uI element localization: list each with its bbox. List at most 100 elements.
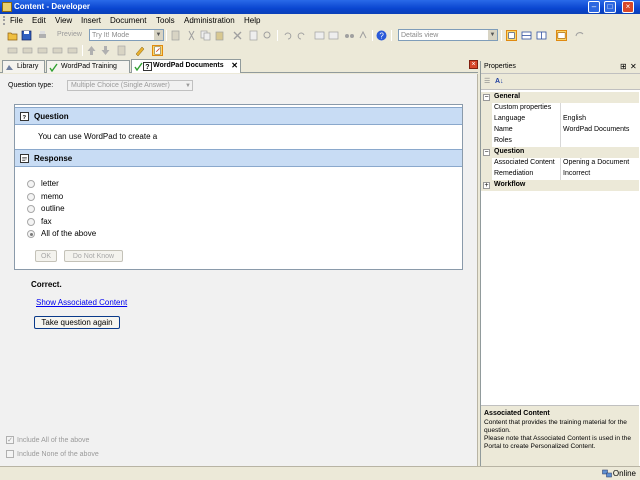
pencil-icon[interactable]	[134, 45, 145, 56]
properties-pane-icon[interactable]	[556, 30, 567, 41]
layout-horizontal-icon[interactable]	[521, 30, 532, 41]
help-icon[interactable]: ?	[376, 30, 387, 41]
menu-administration[interactable]: Administration	[184, 16, 235, 25]
property-row[interactable]: Associated Content Opening a Document	[481, 158, 639, 169]
radio-button-selected[interactable]	[27, 229, 35, 238]
property-name: Remediation	[494, 170, 534, 177]
menu-help[interactable]: Help	[244, 16, 260, 25]
option-item[interactable]: All of the above	[27, 229, 96, 238]
do-not-know-button[interactable]: Do Not Know	[64, 250, 123, 262]
mode-select[interactable]: Try It! Mode ▼	[89, 29, 164, 41]
property-value[interactable]: Opening a Document	[563, 158, 639, 168]
menu-file[interactable]: File	[10, 16, 23, 25]
radio-button[interactable]	[27, 192, 35, 201]
print-icon[interactable]	[37, 30, 48, 41]
menu-insert[interactable]: Insert	[81, 16, 101, 25]
option-item[interactable]: letter	[27, 179, 59, 188]
option-item[interactable]: fax	[27, 217, 52, 226]
insert-box-icon[interactable]	[328, 30, 339, 41]
property-row[interactable]: Name WordPad Documents	[481, 125, 639, 136]
category-question[interactable]: − Question	[481, 147, 639, 158]
layout-vertical-icon[interactable]	[536, 30, 547, 41]
menu-tools[interactable]: Tools	[156, 16, 175, 25]
clipboard-icon[interactable]	[170, 30, 181, 41]
property-row[interactable]: Roles	[481, 136, 639, 147]
categorized-icon[interactable]: ☰	[484, 77, 493, 86]
pin-icon[interactable]: ⊞	[620, 61, 627, 73]
undo-icon[interactable]	[282, 30, 293, 41]
collapse-icon[interactable]: −	[483, 94, 490, 101]
toolbar-separator	[277, 30, 278, 41]
menu-grip	[3, 16, 5, 25]
radio-button[interactable]	[27, 217, 35, 226]
close-tab-icon[interactable]: ✕	[231, 60, 238, 72]
cut-icon[interactable]	[186, 30, 197, 41]
question-edit-icon[interactable]	[152, 45, 163, 56]
tab-library[interactable]: Library	[2, 60, 45, 73]
property-value[interactable]: WordPad Documents	[563, 125, 639, 135]
property-row[interactable]: Language English	[481, 114, 639, 125]
tab-wordpad-training[interactable]: WordPad Training	[46, 60, 130, 73]
expand-icon[interactable]: +	[483, 182, 490, 189]
move-up-icon[interactable]	[86, 45, 97, 56]
find-icon[interactable]	[262, 30, 273, 41]
menu-document[interactable]: Document	[110, 16, 146, 25]
category-general[interactable]: − General	[481, 92, 639, 103]
property-value[interactable]: Incorrect	[563, 169, 639, 179]
binoculars-icon[interactable]	[344, 30, 355, 41]
table-icon[interactable]	[52, 45, 63, 56]
save-icon[interactable]	[21, 30, 32, 41]
question-text: You can use WordPad to create a	[38, 132, 158, 141]
sort-alpha-icon[interactable]: A↓	[495, 77, 504, 86]
refresh-icon[interactable]	[574, 30, 585, 41]
tab-wordpad-documents[interactable]: ? WordPad Documents ✕	[131, 59, 241, 73]
checkbox[interactable]	[6, 450, 14, 458]
column-divider	[560, 125, 561, 136]
paste-icon[interactable]	[214, 30, 225, 41]
ok-button[interactable]: OK	[35, 250, 57, 262]
show-associated-content-link[interactable]: Show Associated Content	[36, 298, 127, 307]
grid-icon[interactable]	[67, 45, 78, 56]
close-button[interactable]: ×	[622, 1, 634, 13]
spelling-icon[interactable]	[358, 30, 369, 41]
close-document-icon[interactable]: ×	[469, 60, 478, 69]
option-item[interactable]: memo	[27, 192, 63, 201]
include-none-label: Include None of the above	[17, 450, 99, 458]
include-none-checkbox[interactable]: Include None of the above	[6, 450, 99, 458]
copy-icon[interactable]	[200, 30, 211, 41]
page-icon[interactable]	[116, 45, 127, 56]
open-folder-icon[interactable]	[7, 30, 18, 41]
property-row[interactable]: Remediation Incorrect	[481, 169, 639, 180]
close-pane-icon[interactable]: ✕	[630, 61, 637, 73]
secondary-toolbar	[0, 43, 640, 58]
move-down-icon[interactable]	[100, 45, 111, 56]
radio-button[interactable]	[27, 179, 35, 188]
properties-title-bar: Properties ⊞ ✕	[481, 61, 640, 74]
preview-button[interactable]: Preview	[57, 31, 82, 38]
take-question-again-button[interactable]: Take question again	[34, 316, 120, 329]
radio-button[interactable]	[27, 204, 35, 213]
document-icon[interactable]	[248, 30, 259, 41]
menu-edit[interactable]: Edit	[32, 16, 46, 25]
include-all-checkbox[interactable]: ✓ Include All of the above	[6, 436, 89, 444]
checkbox-checked[interactable]: ✓	[6, 436, 14, 444]
list-icon[interactable]	[37, 45, 48, 56]
question-type-select[interactable]: Multiple Choice (Single Answer) ▼	[67, 80, 193, 91]
indent-icon[interactable]	[7, 45, 18, 56]
menu-view[interactable]: View	[55, 16, 72, 25]
insert-frame-icon[interactable]	[314, 30, 325, 41]
property-row[interactable]: Custom properties	[481, 103, 639, 114]
delete-icon[interactable]	[232, 30, 243, 41]
collapse-icon[interactable]: −	[483, 149, 490, 156]
view-select[interactable]: Details view ▼	[398, 29, 498, 41]
layout-single-icon[interactable]	[506, 30, 517, 41]
minimize-button[interactable]: –	[588, 1, 600, 13]
question-header: ? Question	[15, 107, 462, 125]
category-label: General	[494, 93, 521, 100]
maximize-button[interactable]: □	[604, 1, 616, 13]
outdent-icon[interactable]	[22, 45, 33, 56]
option-item[interactable]: outline	[27, 204, 65, 213]
category-workflow[interactable]: + Workflow	[481, 180, 639, 191]
redo-icon[interactable]	[296, 30, 307, 41]
property-value[interactable]: English	[563, 114, 639, 124]
